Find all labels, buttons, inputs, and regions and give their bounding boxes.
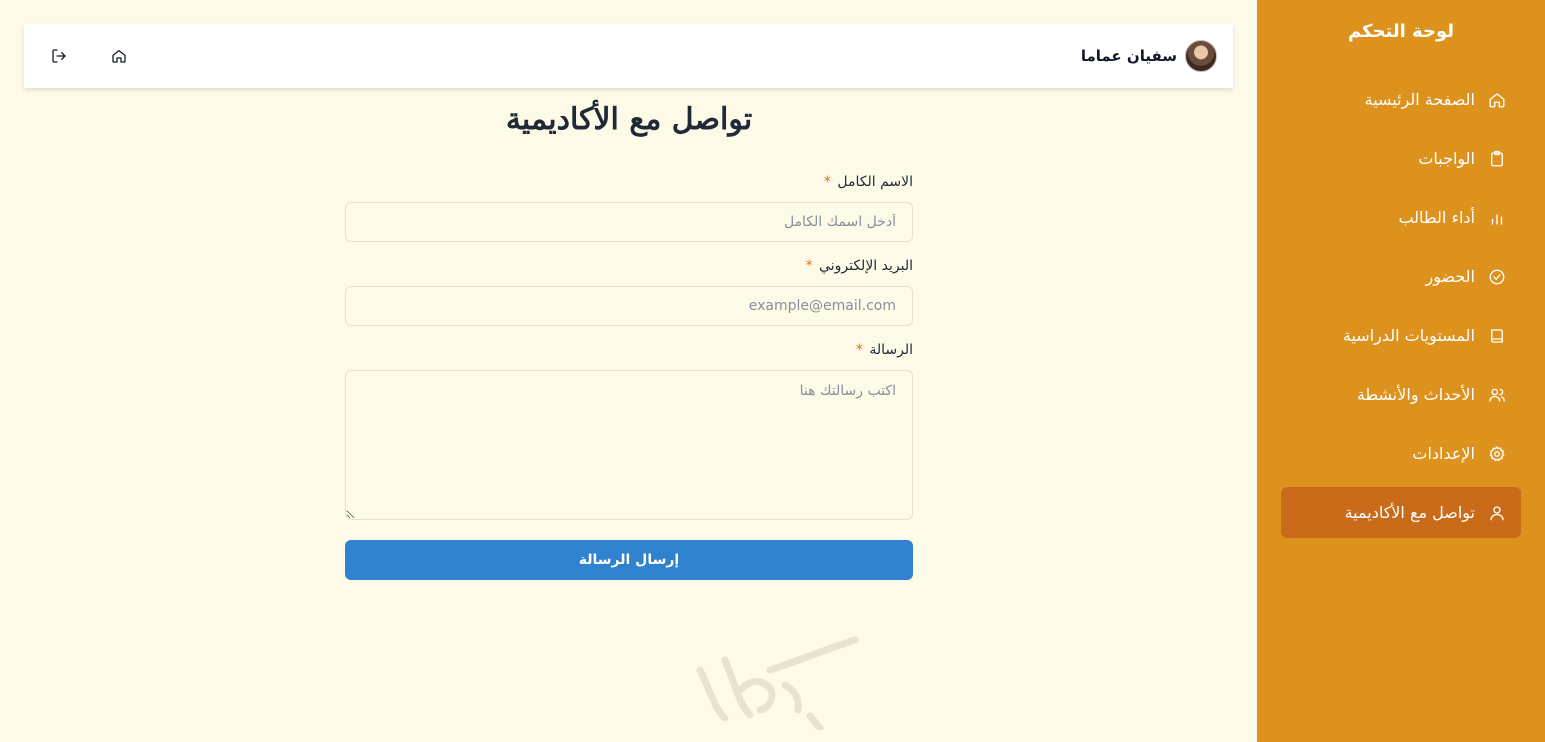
name-label-text: الاسم الكامل — [837, 174, 913, 190]
user-icon — [1487, 503, 1507, 523]
message-label: الرسالة * — [345, 340, 913, 360]
email-label: البريد الإلكتروني * — [345, 256, 913, 276]
sidebar-item-events[interactable]: الأحداث والأنشطة — [1281, 369, 1521, 420]
email-input[interactable] — [345, 286, 913, 326]
name-field-group: الاسم الكامل * — [345, 172, 913, 242]
email-field-group: البريد الإلكتروني * — [345, 256, 913, 326]
sidebar-item-label: المستويات الدراسية — [1342, 326, 1475, 345]
gear-icon — [1487, 444, 1507, 464]
book-icon — [1487, 326, 1507, 346]
full-name-input[interactable] — [345, 202, 913, 242]
top-bar: سفيان عماما — [24, 24, 1233, 88]
message-field-group: الرسالة * — [345, 340, 913, 524]
logout-icon — [52, 49, 66, 63]
app-layout: لوحة التحكم الصفحة الرئيسية الواجبات أدا… — [0, 0, 1545, 742]
check-circle-icon — [1487, 267, 1507, 287]
bar-chart-icon — [1487, 208, 1507, 228]
send-message-button[interactable]: إرسال الرسالة — [345, 540, 913, 580]
sidebar-item-contact[interactable]: تواصل مع الأكاديمية — [1281, 487, 1521, 538]
sidebar-title: لوحة التحكم — [1347, 21, 1455, 42]
sidebar-item-label: الواجبات — [1418, 149, 1475, 168]
name-label: الاسم الكامل * — [345, 172, 913, 192]
user-name: سفيان عماما — [1080, 47, 1177, 65]
users-icon — [1487, 385, 1507, 405]
contact-form: الاسم الكامل * البريد الإلكتروني * الرسا… — [345, 172, 913, 580]
sidebar-item-home[interactable]: الصفحة الرئيسية — [1281, 74, 1521, 125]
clipboard-icon — [1487, 149, 1507, 169]
user-profile[interactable]: سفيان عماما — [1081, 40, 1217, 72]
logout-button[interactable] — [44, 41, 74, 71]
required-mark: * — [855, 342, 863, 358]
header-actions — [44, 41, 134, 71]
home-icon — [1487, 90, 1507, 110]
sidebar-item-levels[interactable]: المستويات الدراسية — [1281, 310, 1521, 361]
required-mark: * — [805, 258, 813, 274]
home-button[interactable] — [104, 41, 134, 71]
message-textarea[interactable] — [345, 370, 913, 520]
sidebar-item-attendance[interactable]: الحضور — [1281, 251, 1521, 302]
email-label-text: البريد الإلكتروني — [819, 258, 913, 274]
message-label-text: الرسالة — [869, 342, 913, 358]
page-title: تواصل مع الأكاديمية — [505, 102, 753, 137]
sidebar-item-performance[interactable]: أداء الطالب — [1281, 192, 1521, 243]
avatar — [1185, 40, 1217, 72]
required-mark: * — [823, 174, 831, 190]
sidebar-nav: الصفحة الرئيسية الواجبات أداء الطالب الح… — [1257, 74, 1545, 538]
signature-logo — [696, 636, 859, 730]
sidebar-item-label: الأحداث والأنشطة — [1356, 385, 1475, 404]
sidebar-item-label: الإعدادات — [1412, 444, 1475, 463]
sidebar-item-label: الحضور — [1425, 267, 1475, 286]
sidebar-item-settings[interactable]: الإعدادات — [1281, 428, 1521, 479]
sidebar-item-label: أداء الطالب — [1398, 208, 1475, 227]
sidebar-item-assignments[interactable]: الواجبات — [1281, 133, 1521, 184]
sidebar-item-label: الصفحة الرئيسية — [1364, 90, 1475, 109]
sidebar-item-label: تواصل مع الأكاديمية — [1344, 503, 1475, 522]
home-icon — [112, 50, 126, 63]
sidebar: لوحة التحكم الصفحة الرئيسية الواجبات أدا… — [1257, 0, 1545, 742]
